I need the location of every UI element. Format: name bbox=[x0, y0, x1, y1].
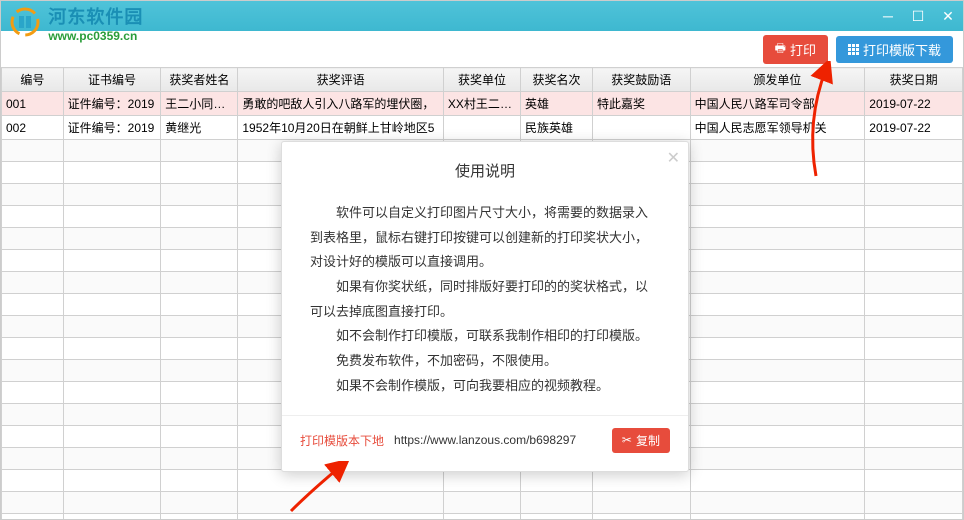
cell-unit[interactable]: XX村王二小家 bbox=[443, 92, 520, 116]
grid-icon bbox=[848, 44, 859, 55]
print-button-label: 打印 bbox=[790, 40, 816, 59]
print-button[interactable]: 🖶 打印 bbox=[763, 35, 828, 64]
cell-date[interactable]: 2019-07-22 bbox=[865, 92, 963, 116]
cell-comment[interactable]: 1952年10月20日在朝鲜上甘岭地区5 bbox=[238, 116, 444, 140]
template-url-label: 打印模版本下地 bbox=[300, 432, 384, 449]
cell-num[interactable]: 001 bbox=[2, 92, 64, 116]
minimize-button[interactable]: ─ bbox=[873, 1, 903, 31]
modal-title: 使用说明 bbox=[282, 142, 688, 193]
cell-unit[interactable] bbox=[443, 116, 520, 140]
cell-cert[interactable]: 证件编号：2019 bbox=[63, 92, 161, 116]
table-row[interactable]: 001证件编号：2019王二小同学：勇敢的吧敌人引入八路军的埋伏圈，XX村王二小… bbox=[2, 92, 963, 116]
copy-button[interactable]: ✂ 复制 bbox=[612, 428, 670, 453]
cell-cert[interactable]: 证件编号：2019 bbox=[63, 116, 161, 140]
cell-encourage[interactable] bbox=[592, 116, 690, 140]
cell-name[interactable]: 黄继光 bbox=[161, 116, 238, 140]
template-url: https://www.lanzous.com/b698297 bbox=[394, 433, 602, 447]
titlebar: ─ ☐ ✕ bbox=[1, 1, 963, 31]
cell-name[interactable]: 王二小同学： bbox=[161, 92, 238, 116]
modal-paragraph: 免费发布软件，不加密码，不限使用。 bbox=[310, 349, 660, 374]
modal-paragraph: 如果不会制作模版，可向我要相应的视频教程。 bbox=[310, 374, 660, 399]
cell-comment[interactable]: 勇敢的吧敌人引入八路军的埋伏圈， bbox=[238, 92, 444, 116]
template-download-button[interactable]: 打印模版下载 bbox=[836, 36, 953, 63]
header-num[interactable]: 编号 bbox=[2, 68, 64, 92]
table-row-empty bbox=[2, 514, 963, 520]
cell-rank[interactable]: 英雄 bbox=[521, 92, 593, 116]
header-date[interactable]: 获奖日期 bbox=[865, 68, 963, 92]
modal-paragraph: 软件可以自定义打印图片尺寸大小，将需要的数据录入到表格里，鼠标右键打印按键可以创… bbox=[310, 201, 660, 275]
header-unit[interactable]: 获奖单位 bbox=[443, 68, 520, 92]
modal-paragraph: 如果有你奖状纸，同时排版好要打印的的奖状格式，以可以去掉底图直接打印。 bbox=[310, 275, 660, 324]
instructions-modal: ✕ 使用说明 软件可以自定义打印图片尺寸大小，将需要的数据录入到表格里，鼠标右键… bbox=[281, 141, 689, 472]
header-cert[interactable]: 证书编号 bbox=[63, 68, 161, 92]
copy-button-label: 复制 bbox=[636, 432, 660, 449]
header-name[interactable]: 获奖者姓名 bbox=[161, 68, 238, 92]
cell-issuer[interactable]: 中国人民八路军司令部 bbox=[690, 92, 865, 116]
toolbar: 🖶 打印 打印模版下载 bbox=[1, 31, 963, 67]
close-button[interactable]: ✕ bbox=[933, 1, 963, 31]
header-rank[interactable]: 获奖名次 bbox=[521, 68, 593, 92]
header-comment[interactable]: 获奖评语 bbox=[238, 68, 444, 92]
table-row-empty bbox=[2, 492, 963, 514]
table-row-empty bbox=[2, 470, 963, 492]
modal-body: 软件可以自定义打印图片尺寸大小，将需要的数据录入到表格里，鼠标右键打印按键可以创… bbox=[282, 193, 688, 415]
table-row[interactable]: 002证件编号：2019黄继光1952年10月20日在朝鲜上甘岭地区5 民族英雄 中… bbox=[2, 116, 963, 140]
modal-close-button[interactable]: ✕ bbox=[667, 148, 680, 168]
cell-date[interactable]: 2019-07-22 bbox=[865, 116, 963, 140]
modal-footer: 打印模版本下地 https://www.lanzous.com/b698297 … bbox=[282, 415, 688, 471]
header-encourage[interactable]: 获奖鼓励语 bbox=[592, 68, 690, 92]
modal-paragraph: 如不会制作打印模版，可联系我制作相印的打印模版。 bbox=[310, 324, 660, 349]
printer-icon: 🖶 bbox=[775, 39, 786, 60]
template-button-label: 打印模版下载 bbox=[863, 40, 941, 59]
cell-encourage[interactable]: 特此嘉奖 bbox=[592, 92, 690, 116]
cell-rank[interactable]: 民族英雄 bbox=[521, 116, 593, 140]
cell-num[interactable]: 002 bbox=[2, 116, 64, 140]
scissors-icon: ✂ bbox=[622, 433, 632, 447]
cell-issuer[interactable]: 中国人民志愿军领导机关 bbox=[690, 116, 865, 140]
header-issuer[interactable]: 颁发单位 bbox=[690, 68, 865, 92]
maximize-button[interactable]: ☐ bbox=[903, 1, 933, 31]
